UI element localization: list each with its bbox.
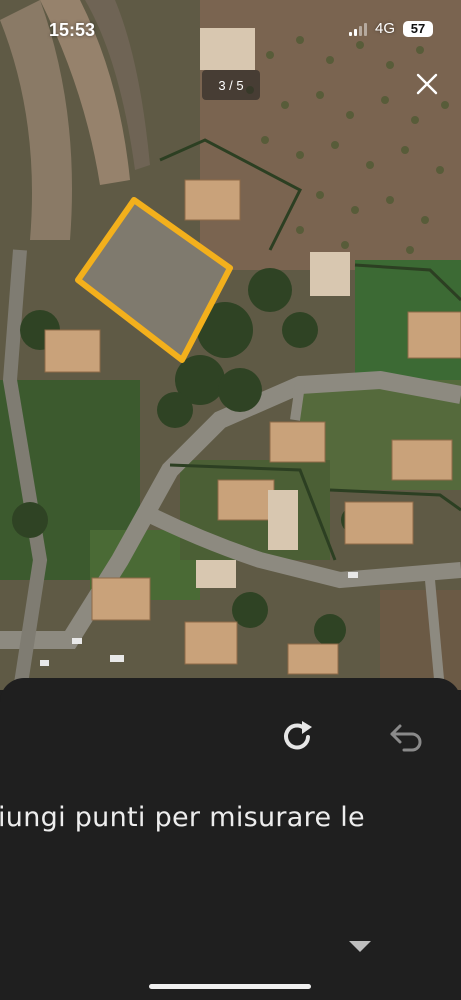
battery-icon: 57 — [403, 20, 433, 37]
instruction-text: iungi punti per misurare le — [0, 802, 365, 833]
measure-panel: iungi punti per misurare le — [0, 678, 461, 1000]
aerial-imagery — [0, 0, 461, 690]
status-bar: 15:53 4G 57 — [0, 0, 461, 60]
close-button[interactable] — [411, 68, 443, 100]
page-counter: 3 / 5 — [202, 70, 260, 100]
close-icon — [416, 73, 438, 95]
redo-button[interactable] — [278, 717, 318, 757]
status-time: 15:53 — [49, 20, 96, 40]
satellite-map[interactable] — [0, 0, 461, 690]
home-indicator[interactable] — [149, 984, 311, 989]
chevron-down-icon[interactable] — [349, 941, 371, 952]
undo-button[interactable] — [386, 720, 426, 756]
signal-icon — [348, 22, 367, 36]
redo-icon — [284, 721, 312, 750]
network-type: 4G — [374, 20, 395, 37]
status-indicators: 4G 57 — [348, 20, 433, 37]
undo-icon — [390, 724, 422, 752]
